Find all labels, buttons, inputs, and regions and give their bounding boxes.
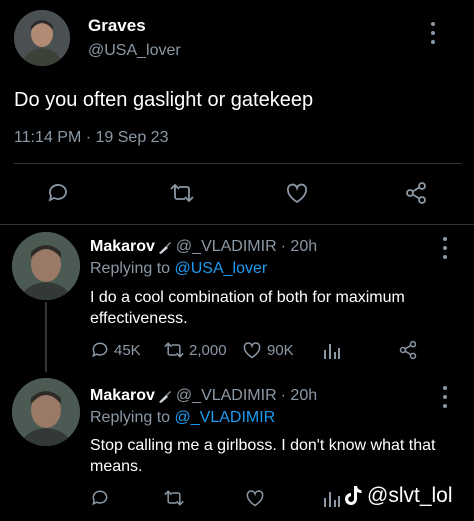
analytics-icon[interactable]: [322, 489, 342, 509]
reply-icon[interactable]: [90, 340, 110, 360]
retweet-count: 2,000: [189, 341, 227, 359]
knife-icon: [158, 240, 172, 254]
avatar-graves[interactable]: [14, 10, 70, 66]
reply-icon[interactable]: [90, 488, 110, 508]
reply-icon[interactable]: [46, 181, 70, 205]
replying-to-label: Replying to: [90, 260, 171, 277]
reply-time[interactable]: · 20h: [281, 387, 317, 405]
analytics-icon[interactable]: [322, 341, 342, 361]
retweet-icon[interactable]: [163, 340, 185, 360]
avatar-makarov[interactable]: [12, 378, 80, 446]
reply-header: Makarov @_VLADIMIR · 20h: [90, 387, 317, 405]
replying-to: Replying to @USA_lover: [90, 260, 267, 278]
more-icon[interactable]: [438, 237, 452, 259]
author-handle[interactable]: @USA_lover: [88, 42, 181, 60]
reply-author-handle[interactable]: @_VLADIMIR: [176, 387, 277, 405]
reply-author-handle[interactable]: @_VLADIMIR: [176, 238, 277, 256]
divider: [0, 224, 474, 225]
knife-icon: [158, 389, 172, 403]
watermark: @slvt_lol: [343, 484, 453, 508]
share-icon[interactable]: [398, 340, 418, 360]
replying-to-link[interactable]: @_VLADIMIR: [175, 409, 276, 426]
like-count: 90K: [267, 341, 294, 359]
author-name[interactable]: Graves: [88, 16, 146, 36]
replying-to: Replying to @_VLADIMIR: [90, 409, 275, 427]
retweet-icon[interactable]: [163, 488, 185, 508]
reply-metric[interactable]: 45K: [90, 340, 141, 360]
reply-author-name[interactable]: Makarov: [90, 387, 155, 405]
retweet-icon[interactable]: [169, 181, 195, 205]
tiktok-icon: [343, 485, 363, 507]
more-icon[interactable]: [438, 386, 452, 408]
divider: [14, 163, 462, 164]
watermark-text: @slvt_lol: [367, 484, 453, 507]
like-metric[interactable]: 90K: [241, 340, 294, 360]
reply-header: Makarov @_VLADIMIR · 20h: [90, 238, 317, 256]
reply-text: Stop calling me a girlboss. I don't know…: [90, 437, 436, 475]
more-icon[interactable]: [426, 22, 440, 44]
avatar-makarov[interactable]: [12, 232, 80, 300]
tweet-timestamp[interactable]: 11:14 PM · 19 Sep 23: [14, 129, 168, 147]
like-icon[interactable]: [241, 340, 263, 360]
like-icon[interactable]: [284, 181, 310, 205]
replying-to-label: Replying to: [90, 409, 171, 426]
thread-line: [45, 302, 47, 372]
reply-time[interactable]: · 20h: [281, 238, 317, 256]
share-icon[interactable]: [404, 181, 428, 205]
retweet-metric[interactable]: 2,000: [163, 340, 227, 360]
replying-to-link[interactable]: @USA_lover: [175, 260, 268, 277]
reply-text: I do a cool combination of both for maxi…: [90, 289, 405, 327]
reply-author-name[interactable]: Makarov: [90, 238, 155, 256]
reply-count: 45K: [114, 341, 141, 359]
like-icon[interactable]: [244, 488, 266, 508]
tweet-text: Do you often gaslight or gatekeep: [14, 89, 314, 111]
